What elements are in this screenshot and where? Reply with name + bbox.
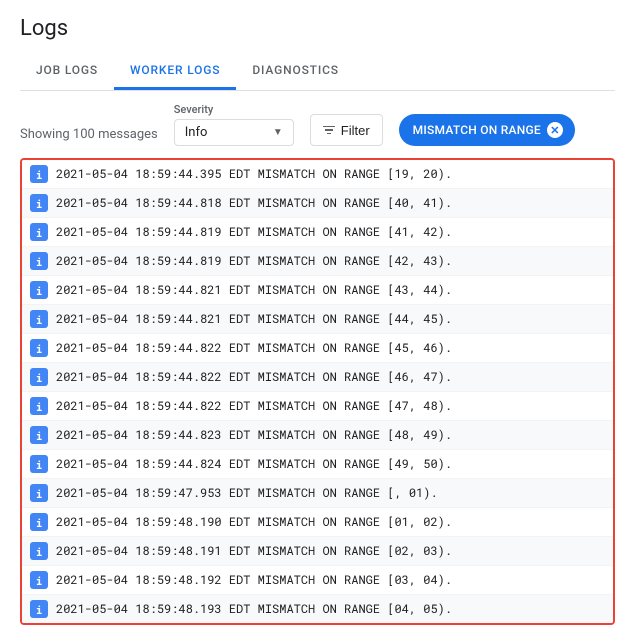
log-entry-text: 2021-05-04 18:59:44.822 EDT MISMATCH ON … bbox=[56, 369, 452, 385]
info-icon: i bbox=[30, 571, 48, 589]
log-entry-text: 2021-05-04 18:59:44.819 EDT MISMATCH ON … bbox=[56, 224, 452, 240]
mismatch-label: MISMATCH ON RANGE bbox=[413, 123, 541, 137]
log-entry-text: 2021-05-04 18:59:44.822 EDT MISMATCH ON … bbox=[56, 340, 452, 356]
mismatch-badge: MISMATCH ON RANGE ✕ bbox=[399, 114, 575, 146]
info-icon: i bbox=[30, 194, 48, 212]
severity-select[interactable]: Info ▼ bbox=[174, 119, 294, 146]
filter-button[interactable]: Filter bbox=[310, 114, 383, 146]
info-icon: i bbox=[30, 165, 48, 183]
log-row: i 2021-05-04 18:59:44.822 EDT MISMATCH ON… bbox=[22, 334, 613, 363]
log-row: i 2021-05-04 18:59:48.191 EDT MISMATCH ON… bbox=[22, 537, 613, 566]
info-icon: i bbox=[30, 252, 48, 270]
log-entry-text: 2021-05-04 18:59:44.818 EDT MISMATCH ON … bbox=[56, 195, 452, 211]
severity-label: Severity bbox=[174, 103, 294, 116]
info-icon: i bbox=[30, 426, 48, 444]
log-entry-text: 2021-05-04 18:59:44.821 EDT MISMATCH ON … bbox=[56, 311, 452, 327]
tab-diagnostics[interactable]: DIAGNOSTICS bbox=[236, 53, 354, 90]
page-header: Logs JOB LOGS WORKER LOGS DIAGNOSTICS bbox=[0, 0, 635, 91]
log-row: i 2021-05-04 18:59:44.823 EDT MISMATCH ON… bbox=[22, 421, 613, 450]
info-icon: i bbox=[30, 600, 48, 618]
info-icon: i bbox=[30, 542, 48, 560]
info-icon: i bbox=[30, 281, 48, 299]
info-icon: i bbox=[30, 223, 48, 241]
log-entry-text: 2021-05-04 18:59:44.395 EDT MISMATCH ON … bbox=[56, 166, 452, 182]
chevron-down-icon: ▼ bbox=[273, 127, 283, 138]
tab-worker-logs[interactable]: WORKER LOGS bbox=[114, 53, 236, 90]
log-row: i 2021-05-04 18:59:48.192 EDT MISMATCH ON… bbox=[22, 566, 613, 595]
tabs-bar: JOB LOGS WORKER LOGS DIAGNOSTICS bbox=[20, 53, 615, 91]
severity-value: Info bbox=[185, 125, 208, 140]
log-entry-text: 2021-05-04 18:59:48.193 EDT MISMATCH ON … bbox=[56, 601, 452, 617]
info-icon: i bbox=[30, 339, 48, 357]
log-row: i 2021-05-04 18:59:44.821 EDT MISMATCH ON… bbox=[22, 305, 613, 334]
log-entry-text: 2021-05-04 18:59:48.191 EDT MISMATCH ON … bbox=[56, 543, 452, 559]
info-icon: i bbox=[30, 455, 48, 473]
log-row: i 2021-05-04 18:59:48.193 EDT MISMATCH ON… bbox=[22, 595, 613, 623]
log-row: i 2021-05-04 18:59:44.818 EDT MISMATCH ON… bbox=[22, 189, 613, 218]
log-row: i 2021-05-04 18:59:44.824 EDT MISMATCH ON… bbox=[22, 450, 613, 479]
log-row: i 2021-05-04 18:59:44.822 EDT MISMATCH ON… bbox=[22, 392, 613, 421]
showing-text: Showing 100 messages bbox=[20, 127, 158, 146]
page-title: Logs bbox=[20, 16, 615, 41]
filter-icon bbox=[323, 126, 335, 135]
info-icon: i bbox=[30, 484, 48, 502]
log-entry-text: 2021-05-04 18:59:44.824 EDT MISMATCH ON … bbox=[56, 456, 452, 472]
log-entry-text: 2021-05-04 18:59:44.823 EDT MISMATCH ON … bbox=[56, 427, 452, 443]
log-entry-text: 2021-05-04 18:59:48.192 EDT MISMATCH ON … bbox=[56, 572, 452, 588]
log-row: i 2021-05-04 18:59:44.819 EDT MISMATCH ON… bbox=[22, 247, 613, 276]
log-entry-text: 2021-05-04 18:59:44.821 EDT MISMATCH ON … bbox=[56, 282, 452, 298]
log-row: i 2021-05-04 18:59:48.190 EDT MISMATCH ON… bbox=[22, 508, 613, 537]
log-row: i 2021-05-04 18:59:47.953 EDT MISMATCH ON… bbox=[22, 479, 613, 508]
log-row: i 2021-05-04 18:59:44.395 EDT MISMATCH ON… bbox=[22, 160, 613, 189]
log-row: i 2021-05-04 18:59:44.819 EDT MISMATCH ON… bbox=[22, 218, 613, 247]
log-entry-text: 2021-05-04 18:59:48.190 EDT MISMATCH ON … bbox=[56, 514, 452, 530]
mismatch-close-button[interactable]: ✕ bbox=[547, 122, 563, 138]
log-entry-text: 2021-05-04 18:59:44.822 EDT MISMATCH ON … bbox=[56, 398, 452, 414]
log-container: i 2021-05-04 18:59:44.395 EDT MISMATCH ON… bbox=[20, 158, 615, 625]
log-row: i 2021-05-04 18:59:44.821 EDT MISMATCH ON… bbox=[22, 276, 613, 305]
info-icon: i bbox=[30, 368, 48, 386]
info-icon: i bbox=[30, 513, 48, 531]
log-entry-text: 2021-05-04 18:59:47.953 EDT MISMATCH ON … bbox=[56, 485, 438, 501]
filter-label: Filter bbox=[341, 123, 370, 138]
log-entry-text: 2021-05-04 18:59:44.819 EDT MISMATCH ON … bbox=[56, 253, 452, 269]
info-icon: i bbox=[30, 310, 48, 328]
severity-group: Severity Info ▼ bbox=[174, 103, 294, 146]
log-row: i 2021-05-04 18:59:44.822 EDT MISMATCH ON… bbox=[22, 363, 613, 392]
info-icon: i bbox=[30, 397, 48, 415]
toolbar: Showing 100 messages Severity Info ▼ Fil… bbox=[0, 91, 635, 158]
tab-job-logs[interactable]: JOB LOGS bbox=[20, 53, 114, 90]
